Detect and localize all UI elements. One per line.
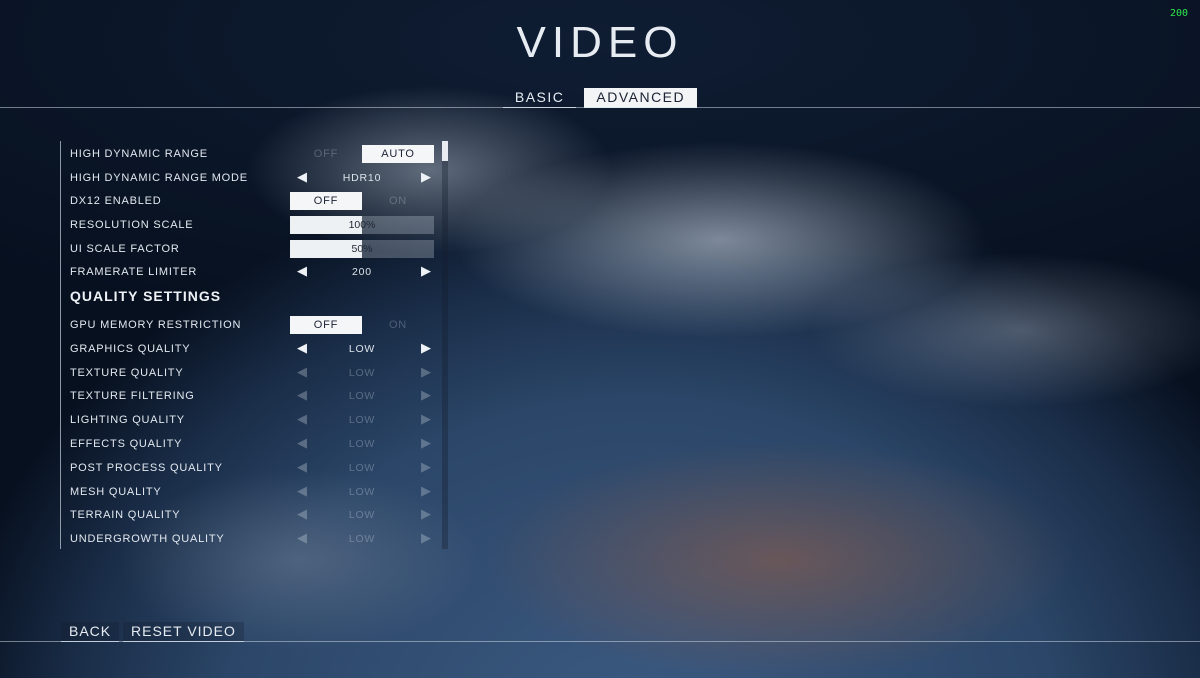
- arrow-right-icon[interactable]: ▶: [420, 530, 432, 548]
- arrow-left-icon[interactable]: ◀: [296, 364, 308, 382]
- arrow-right-icon[interactable]: ▶: [420, 169, 432, 187]
- arrow-left-icon[interactable]: ◀: [296, 169, 308, 187]
- reset-video-button[interactable]: RESET VIDEO: [123, 622, 244, 642]
- setting-label: POST PROCESS QUALITY: [70, 462, 223, 474]
- setting-row-ui-scale: UI SCALE FACTOR 50%: [70, 239, 440, 259]
- lighting-quality-value: LOW: [348, 414, 376, 426]
- setting-label: RESOLUTION SCALE: [70, 219, 194, 231]
- setting-row-dx12: DX12 ENABLED OFF ON: [70, 191, 440, 211]
- dx12-toggle: OFF ON: [290, 192, 434, 210]
- arrow-right-icon[interactable]: ▶: [420, 435, 432, 453]
- setting-label: TERRAIN QUALITY: [70, 509, 181, 521]
- setting-row-terrain-quality: TERRAIN QUALITY ◀ LOW ▶: [70, 505, 440, 525]
- arrow-right-icon[interactable]: ▶: [420, 364, 432, 382]
- setting-row-texture-quality: TEXTURE QUALITY ◀ LOW ▶: [70, 363, 440, 383]
- framerate-value: 200: [352, 266, 372, 278]
- hdr-off-option[interactable]: OFF: [290, 145, 362, 163]
- setting-row-gpu-memory: GPU MEMORY RESTRICTION OFF ON: [70, 315, 440, 335]
- tab-basic[interactable]: BASIC: [502, 88, 577, 108]
- setting-label: UNDERGROWTH QUALITY: [70, 533, 225, 545]
- setting-label: HIGH DYNAMIC RANGE MODE: [70, 172, 248, 184]
- arrow-left-icon[interactable]: ◀: [296, 483, 308, 501]
- hdr-auto-option[interactable]: AUTO: [362, 145, 434, 163]
- texture-filtering-value: LOW: [348, 390, 376, 402]
- setting-row-hdr: HIGH DYNAMIC RANGE OFF AUTO: [70, 144, 440, 164]
- mesh-quality-value: LOW: [348, 486, 376, 498]
- arrow-right-icon[interactable]: ▶: [420, 459, 432, 477]
- setting-label: GRAPHICS QUALITY: [70, 343, 191, 355]
- arrow-right-icon[interactable]: ▶: [420, 263, 432, 281]
- arrow-right-icon[interactable]: ▶: [420, 483, 432, 501]
- setting-label: FRAMERATE LIMITER: [70, 266, 198, 278]
- setting-row-hdr-mode: HIGH DYNAMIC RANGE MODE ◀ HDR10 ▶: [70, 168, 440, 188]
- arrow-left-icon[interactable]: ◀: [296, 387, 308, 405]
- graphics-quality-value: LOW: [348, 343, 376, 355]
- arrow-left-icon[interactable]: ◀: [296, 506, 308, 524]
- texture-quality-value: LOW: [348, 367, 376, 379]
- arrow-left-icon[interactable]: ◀: [296, 459, 308, 477]
- setting-row-mesh-quality: MESH QUALITY ◀ LOW ▶: [70, 482, 440, 502]
- ui-scale-slider[interactable]: 50%: [290, 240, 434, 258]
- scrollbar-thumb[interactable]: [442, 141, 448, 161]
- setting-label: LIGHTING QUALITY: [70, 414, 185, 426]
- effects-quality-value: LOW: [348, 438, 376, 450]
- back-button[interactable]: BACK: [61, 622, 120, 642]
- setting-label: UI SCALE FACTOR: [70, 243, 180, 255]
- setting-label: EFFECTS QUALITY: [70, 438, 183, 450]
- slider-value: 50%: [351, 243, 373, 255]
- settings-panel: HIGH DYNAMIC RANGE OFF AUTO HIGH DYNAMIC…: [60, 141, 451, 549]
- arrow-left-icon[interactable]: ◀: [296, 340, 308, 358]
- settings-scrollbar[interactable]: [442, 141, 448, 549]
- undergrowth-quality-value: LOW: [348, 533, 376, 545]
- arrow-left-icon[interactable]: ◀: [296, 530, 308, 548]
- arrow-right-icon[interactable]: ▶: [420, 387, 432, 405]
- setting-label: MESH QUALITY: [70, 486, 162, 498]
- arrow-left-icon[interactable]: ◀: [296, 263, 308, 281]
- setting-row-effects-quality: EFFECTS QUALITY ◀ LOW ▶: [70, 434, 440, 454]
- setting-row-graphics-quality: GRAPHICS QUALITY ◀ LOW ▶: [70, 339, 440, 359]
- arrow-right-icon[interactable]: ▶: [420, 411, 432, 429]
- gpu-memory-on-option[interactable]: ON: [362, 316, 434, 334]
- setting-label: TEXTURE QUALITY: [70, 367, 184, 379]
- slider-value: 100%: [348, 219, 376, 231]
- dx12-off-option[interactable]: OFF: [290, 192, 362, 210]
- setting-row-resolution-scale: RESOLUTION SCALE 100%: [70, 215, 440, 235]
- page-title: VIDEO: [516, 18, 684, 67]
- quality-settings-heading: QUALITY SETTINGS: [70, 288, 222, 304]
- gpu-memory-toggle: OFF ON: [290, 316, 434, 334]
- gpu-memory-off-option[interactable]: OFF: [290, 316, 362, 334]
- resolution-scale-slider[interactable]: 100%: [290, 216, 434, 234]
- setting-row-texture-filtering: TEXTURE FILTERING ◀ LOW ▶: [70, 386, 440, 406]
- dx12-on-option[interactable]: ON: [362, 192, 434, 210]
- setting-label: GPU MEMORY RESTRICTION: [70, 319, 242, 331]
- tab-bar: BASIC ADVANCED: [0, 88, 1200, 108]
- arrow-left-icon[interactable]: ◀: [296, 411, 308, 429]
- arrow-left-icon[interactable]: ◀: [296, 435, 308, 453]
- arrow-right-icon[interactable]: ▶: [420, 506, 432, 524]
- setting-row-post-process-quality: POST PROCESS QUALITY ◀ LOW ▶: [70, 458, 440, 478]
- setting-label: HIGH DYNAMIC RANGE: [70, 148, 208, 160]
- setting-row-framerate: FRAMERATE LIMITER ◀ 200 ▶: [70, 262, 440, 282]
- hdr-mode-value: HDR10: [342, 172, 382, 184]
- setting-row-lighting-quality: LIGHTING QUALITY ◀ LOW ▶: [70, 410, 440, 430]
- arrow-right-icon[interactable]: ▶: [420, 340, 432, 358]
- setting-label: TEXTURE FILTERING: [70, 390, 195, 402]
- tab-advanced[interactable]: ADVANCED: [584, 88, 698, 108]
- hdr-toggle: OFF AUTO: [290, 145, 434, 163]
- setting-row-undergrowth-quality: UNDERGROWTH QUALITY ◀ LOW ▶: [70, 529, 440, 549]
- post-process-quality-value: LOW: [348, 462, 376, 474]
- terrain-quality-value: LOW: [348, 509, 376, 521]
- setting-label: DX12 ENABLED: [70, 195, 162, 207]
